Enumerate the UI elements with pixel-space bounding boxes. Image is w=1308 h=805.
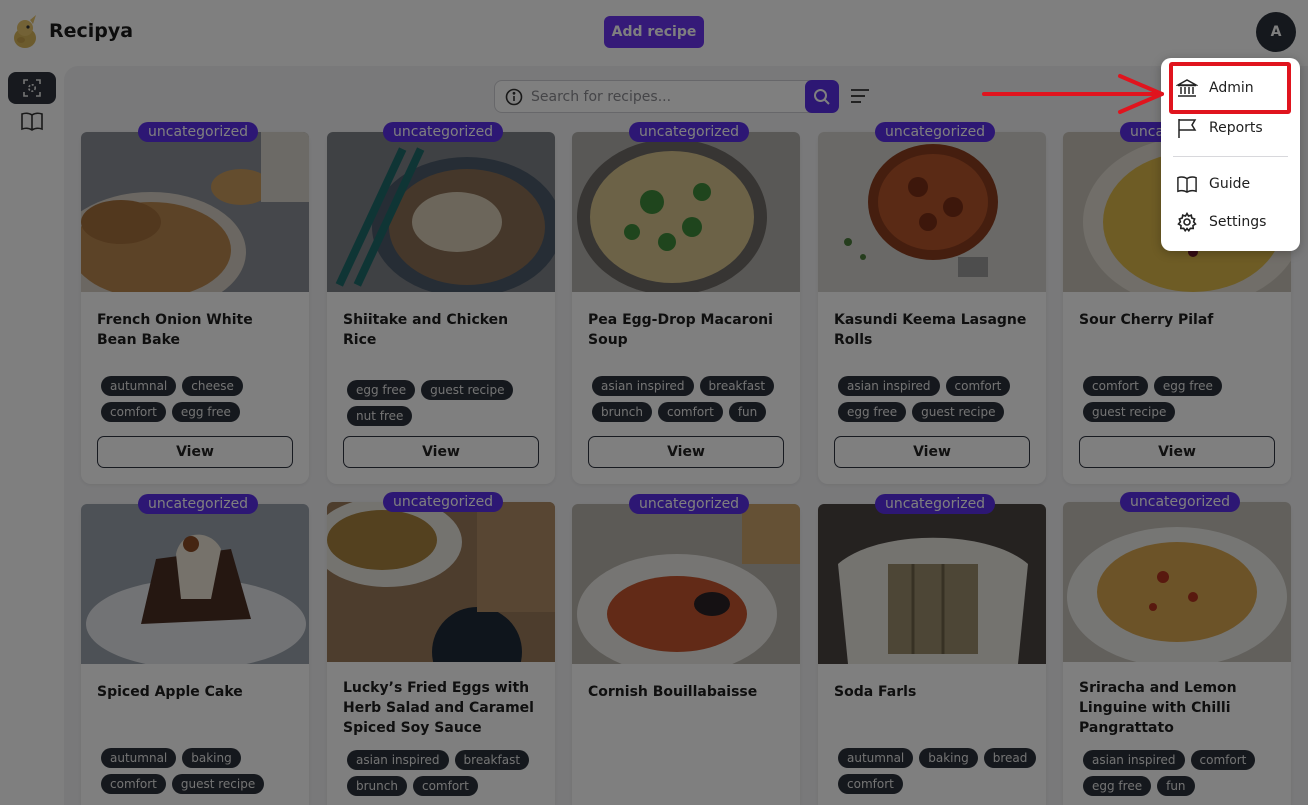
arrow-icon	[982, 74, 1164, 114]
modal-backdrop[interactable]	[0, 0, 1308, 805]
menu-item-settings[interactable]: Settings	[1175, 207, 1290, 237]
menu-item-guide[interactable]: Guide	[1175, 169, 1290, 199]
highlight-box	[1169, 62, 1291, 114]
menu-divider	[1173, 156, 1288, 157]
flag-icon	[1175, 117, 1199, 139]
menu-item-reports[interactable]: Reports	[1175, 113, 1290, 143]
menu-item-label: Guide	[1209, 176, 1251, 192]
menu-item-label: Settings	[1209, 214, 1267, 230]
menu-item-label: Reports	[1209, 120, 1263, 136]
book-open-icon	[1175, 173, 1199, 195]
gear-icon	[1175, 211, 1199, 233]
